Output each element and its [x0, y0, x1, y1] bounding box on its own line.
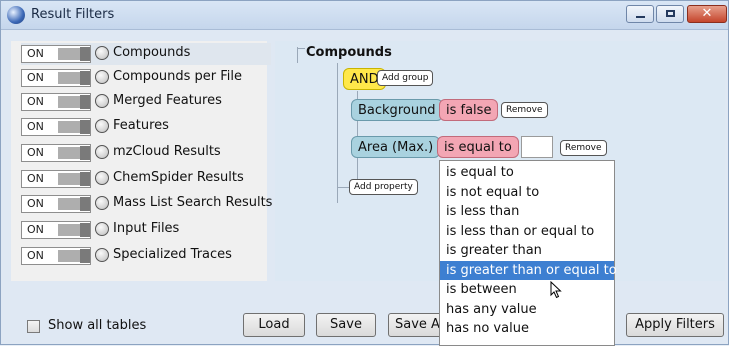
- minimize-button[interactable]: [626, 5, 654, 23]
- table-item-label: Compounds per File: [113, 69, 243, 84]
- operator-dropdown: is equal to is not equal to is less than…: [439, 160, 617, 346]
- remove-condition-button[interactable]: Remove: [560, 140, 607, 156]
- on-toggle[interactable]: ON: [21, 144, 91, 162]
- dropdown-option[interactable]: is less than or equal to: [440, 222, 614, 242]
- apply-filters-button[interactable]: Apply Filters: [626, 313, 724, 337]
- maximize-button[interactable]: [656, 5, 684, 23]
- dropdown-option[interactable]: is greater than: [440, 241, 614, 261]
- tree-line: [337, 187, 349, 188]
- on-toggle[interactable]: ON: [21, 170, 91, 188]
- dropdown-option[interactable]: is less than: [440, 202, 614, 222]
- table-item-label: Compounds: [113, 45, 191, 60]
- close-icon: ✕: [701, 6, 713, 21]
- tree-line: [337, 63, 338, 203]
- table-item-label: Mass List Search Results: [113, 195, 273, 210]
- on-toggle[interactable]: ON: [21, 221, 91, 239]
- dropdown-option-highlighted[interactable]: is greater than or equal to: [440, 260, 617, 280]
- close-button[interactable]: ✕: [687, 5, 727, 23]
- table-item-label: Input Files: [113, 221, 180, 236]
- add-property-button[interactable]: Add property: [349, 179, 418, 195]
- on-toggle[interactable]: ON: [21, 69, 91, 87]
- mouse-pointer-icon: [550, 281, 562, 299]
- table-item[interactable]: ON Compounds: [21, 43, 271, 65]
- filter-table-title: Compounds: [306, 45, 392, 60]
- condition-operator[interactable]: is equal to: [437, 136, 519, 158]
- status-dot-icon: [95, 46, 109, 60]
- on-toggle[interactable]: ON: [21, 45, 91, 63]
- dropdown-option[interactable]: is between: [440, 280, 614, 300]
- maximize-icon: [666, 10, 675, 17]
- on-toggle[interactable]: ON: [21, 93, 91, 111]
- minimize-icon: [636, 16, 645, 18]
- save-button[interactable]: Save: [316, 313, 376, 337]
- status-dot-icon: [95, 171, 109, 185]
- condition-property[interactable]: Background: [351, 99, 443, 121]
- on-toggle[interactable]: ON: [21, 195, 91, 213]
- show-all-tables-label: Show all tables: [48, 318, 147, 333]
- add-group-button[interactable]: Add group: [377, 70, 434, 86]
- table-item-label: Features: [113, 118, 169, 133]
- remove-condition-button[interactable]: Remove: [501, 102, 548, 118]
- condition-value-input[interactable]: [521, 136, 553, 158]
- title-bar: Result Filters ✕: [1, 1, 728, 30]
- table-item-label: ChemSpider Results: [113, 170, 244, 185]
- dropdown-option[interactable]: is not equal to: [440, 183, 614, 203]
- condition-property[interactable]: Area (Max.): [351, 136, 441, 158]
- app-icon: [7, 6, 25, 24]
- status-dot-icon: [95, 70, 109, 84]
- result-filters-window: Result Filters ✕ ON Compounds ON Compoun…: [0, 0, 729, 346]
- dropdown-option[interactable]: has no value: [440, 319, 614, 339]
- status-dot-icon: [95, 94, 109, 108]
- table-item-label: Merged Features: [113, 93, 222, 108]
- status-dot-icon: [95, 222, 109, 236]
- window-title: Result Filters: [31, 7, 115, 22]
- tree-line: [297, 47, 298, 63]
- dropdown-option[interactable]: has any value: [440, 300, 614, 320]
- footer-bar: Show all tables Load Save Save As... App…: [11, 305, 725, 343]
- dropdown-option[interactable]: is equal to: [440, 163, 614, 183]
- table-list: ON Compounds ON Compounds per File ON Me…: [11, 41, 272, 281]
- status-dot-icon: [95, 119, 109, 133]
- status-dot-icon: [95, 145, 109, 159]
- load-button[interactable]: Load: [243, 313, 305, 337]
- table-item-label: Specialized Traces: [113, 247, 232, 262]
- status-dot-icon: [95, 248, 109, 262]
- table-item-label: mzCloud Results: [113, 144, 221, 159]
- status-dot-icon: [95, 196, 109, 210]
- condition-operator[interactable]: is false: [439, 99, 499, 121]
- tree-line: [297, 48, 305, 49]
- show-all-tables-checkbox[interactable]: [27, 320, 40, 333]
- on-toggle[interactable]: ON: [21, 118, 91, 136]
- on-toggle[interactable]: ON: [21, 247, 91, 265]
